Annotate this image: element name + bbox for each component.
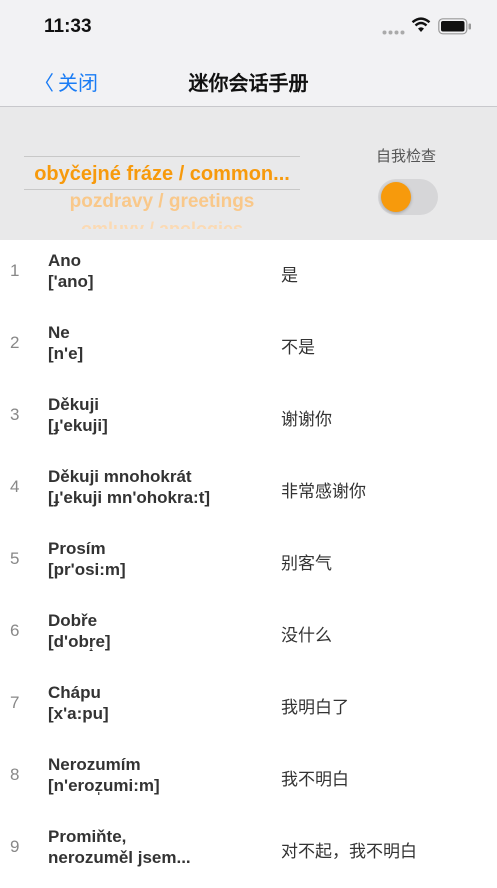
pronunciation: [x'a:pu] [48,704,109,723]
row-number: 8 [10,765,20,784]
picker-divider [24,156,300,157]
czech-phrase: Dobře [48,611,98,630]
pronunciation: [n'e] [48,344,84,363]
pronunciation: [n'eroz̩umi:m] [48,776,160,795]
translation: 没什么 [281,626,332,645]
translation: 是 [281,266,298,285]
list-item[interactable]: 5 Prosím [pr'osi:m] 别客气 [0,528,497,600]
list-item[interactable]: 3 Děkuji [ɟ'ekuji] 谢谢你 [0,384,497,456]
row-number: 7 [10,693,20,712]
translation: 谢谢你 [281,410,332,429]
picker-divider [24,189,300,190]
list-item[interactable]: 4 Děkuji mnohokrát [ɟ'ekuji mn'ohokra:t] … [0,456,497,528]
translation: 对不起，我不明白 [281,842,417,861]
pronunciation: ['ano] [48,272,94,291]
row-number: 1 [10,261,20,280]
czech-phrase: Chápu [48,683,101,702]
pronunciation: [ɟ'ekuji] [48,416,108,435]
czech-phrase: Prosím [48,539,106,558]
list-item[interactable]: 9 Promiňte, nerozuměl jsem... 对不起，我不明白 [0,816,497,888]
list-item[interactable]: 7 Chápu [x'a:pu] 我明白了 [0,672,497,744]
czech-phrase: Promiňte, [48,827,127,846]
pronunciation: nerozuměl jsem... [48,848,191,867]
czech-phrase: Ano [48,251,82,270]
translation: 别客气 [281,554,332,573]
czech-phrase: Nerozumím [48,755,141,774]
picker-option[interactable]: pozdravy / greetings [24,191,300,213]
wifi-icon [411,17,431,32]
translation: 我不明白 [281,770,349,789]
navigation-bar: 〈关闭 迷你会话手册 [0,52,497,107]
list-item[interactable]: 8 Nerozumím [n'eroz̩umi:m] 我不明白 [0,744,497,816]
translation: 不是 [281,338,315,357]
translation: 非常感谢你 [281,482,366,501]
pronunciation: [d'obr̝e] [48,632,111,651]
pronunciation: [pr'osi:m] [48,560,126,579]
czech-phrase: Děkuji [48,395,100,414]
toggle-knob [381,182,411,212]
cellular-signal-icon [382,30,405,35]
czech-phrase: Ne [48,323,70,342]
list-item[interactable]: 1 Ano ['ano] 是 [0,240,497,312]
page-title: 迷你会话手册 [188,73,309,95]
list-item[interactable]: 2 Ne [n'e] 不是 [0,312,497,384]
row-number: 2 [10,333,20,352]
status-bar: 11:33 [0,0,497,52]
picker-selected-option[interactable]: obyčejné fráze / common... [24,163,300,186]
row-number: 4 [10,477,20,496]
list-item[interactable]: 6 Dobře [d'obr̝e] 没什么 [0,600,497,672]
row-number: 6 [10,621,20,640]
battery-icon [438,18,471,35]
row-number: 5 [10,549,20,568]
picker-option[interactable]: omluvy / apologies [24,219,300,229]
self-check-toggle[interactable] [378,179,438,215]
translation: 我明白了 [281,698,349,717]
phrase-list: 1 Ano ['ano] 是 2 Ne [n'e] 不是 3 Děkuji [ɟ'ek… [0,240,497,888]
status-time: 11:33 [44,16,92,37]
category-picker[interactable]: obyčejné fráze / common... pozdravy / gr… [24,149,300,229]
row-number: 3 [10,405,20,424]
pronunciation: [ɟ'ekuji mn'ohokra:t] [48,488,211,507]
control-panel: obyčejné fráze / common... pozdravy / gr… [0,107,497,240]
self-check-label: 自我检查 [376,148,437,165]
row-number: 9 [10,837,20,856]
czech-phrase: Děkuji mnohokrát [48,467,192,486]
